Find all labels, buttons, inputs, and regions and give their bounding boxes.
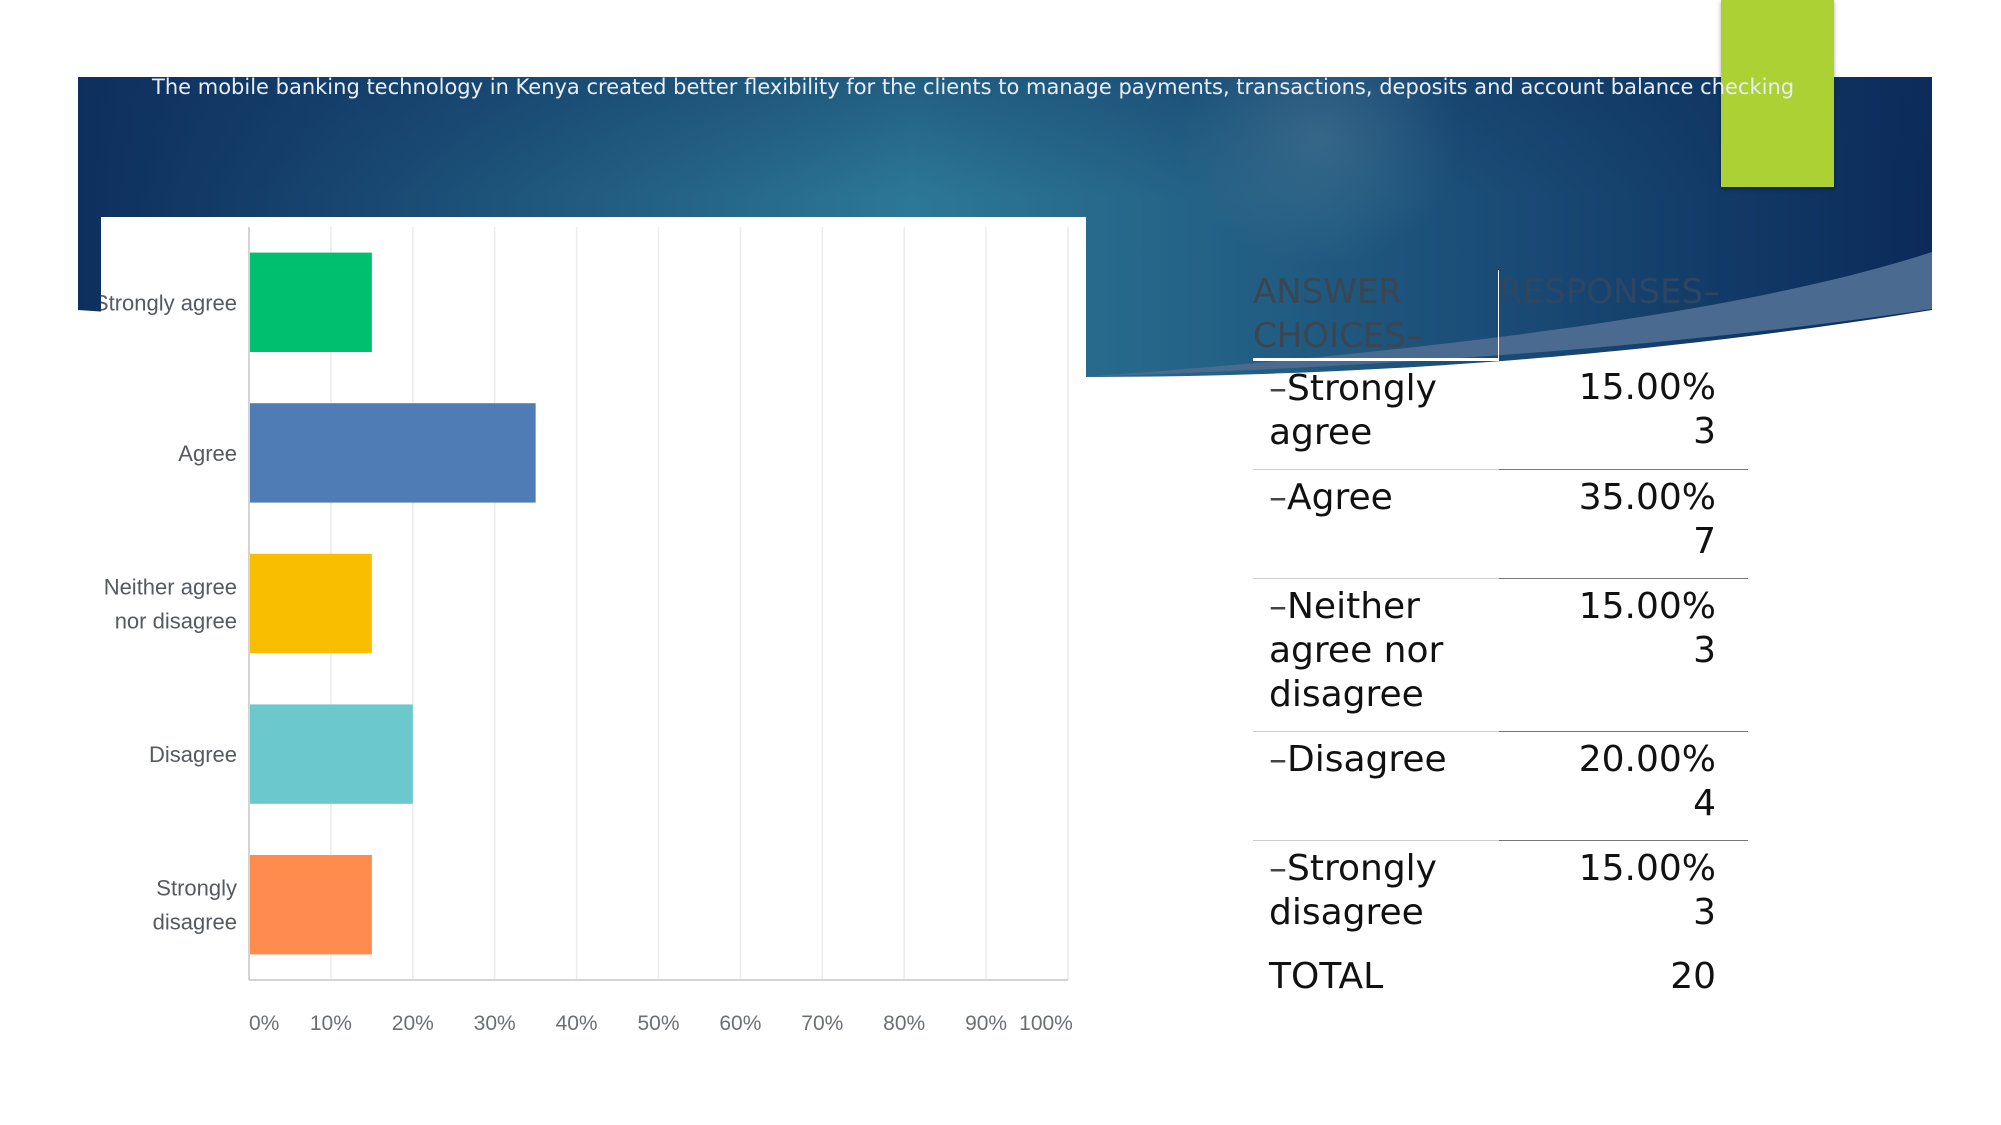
table-body: –Strongly agree 15.00% 3 –Agree 35.00% 7 –Neit… <box>1253 359 1748 1014</box>
response-count: 3 <box>1693 892 1716 933</box>
dash-marker: – <box>1269 739 1287 780</box>
x-axis-ticks: 0% 10% 20% 30% 40% 50% 60% 70% 80% 90% 100% <box>249 1012 1073 1035</box>
response-percent: 35.00% <box>1578 477 1716 518</box>
x-tick-label: 10% <box>310 1012 352 1035</box>
table-row: –Neither agree nor disagree 15.00% 3 <box>1253 578 1748 732</box>
y-axis-label: Neither agree nor disagree <box>104 575 237 634</box>
response-value: 15.00% 3 <box>1498 359 1748 470</box>
y-axis-label: Agree <box>178 441 237 466</box>
y-axis-labels: Strongly agree Agree Neither agree nor disa… <box>101 290 237 934</box>
bar-chart: Strongly agree Agree Neither agree nor disa… <box>101 227 1073 1035</box>
answer-choice: –Neither agree nor disagree <box>1253 578 1499 732</box>
answer-choice: –Disagree <box>1253 731 1499 841</box>
response-count: 3 <box>1693 630 1716 671</box>
table-row: –Strongly agree 15.00% 3 <box>1253 359 1748 470</box>
y-axis-label: Strongly disagree <box>153 876 237 935</box>
x-tick-label: 90% <box>965 1012 1007 1035</box>
answer-choice-text: Strongly agree <box>1269 368 1437 453</box>
response-value: 15.00% 3 <box>1499 841 1749 950</box>
response-percent: 15.00% <box>1578 586 1716 627</box>
dash-marker: – <box>1269 848 1287 889</box>
grid-lines <box>330 227 1069 980</box>
header-responses: RESPONSES– <box>1498 270 1748 360</box>
response-value: 35.00% 7 <box>1498 469 1748 579</box>
slide-title: The mobile banking technology in Kenya c… <box>152 75 1795 99</box>
answer-choice: –Strongly disagree <box>1253 841 1499 950</box>
bar-strongly-disagree <box>249 855 372 955</box>
x-tick-label: 30% <box>474 1012 516 1035</box>
answer-choice-text: Strongly disagree <box>1269 848 1437 933</box>
table-row: –Strongly disagree 15.00% 3 <box>1253 841 1748 950</box>
table-header-row: ANSWER CHOICES– RESPONSES– <box>1253 270 1748 361</box>
x-tick-label: 100% <box>1019 1012 1073 1035</box>
answer-choice-text: Agree <box>1287 477 1393 518</box>
bar-strongly-agree <box>249 252 372 352</box>
response-percent: 15.00% <box>1578 366 1716 408</box>
answer-choice-text: Disagree <box>1287 739 1447 780</box>
answer-choice: –Strongly agree <box>1253 359 1499 470</box>
header-answer-choices: ANSWER CHOICES– <box>1253 270 1499 361</box>
dash-marker: – <box>1269 477 1287 518</box>
x-tick-label: 60% <box>719 1012 761 1035</box>
dash-marker: – <box>1269 586 1287 627</box>
response-value: 20.00% 4 <box>1498 731 1748 841</box>
table-row: –Disagree 20.00% 4 <box>1253 731 1748 841</box>
total-label: TOTAL <box>1269 956 1384 997</box>
bar-neither-agree-nor-disagree <box>249 553 372 654</box>
response-percent: 20.00% <box>1578 739 1716 780</box>
y-axis-label: Disagree <box>149 742 237 767</box>
x-tick-label: 70% <box>801 1012 843 1035</box>
bar-disagree <box>249 704 413 804</box>
responses-table: ANSWER CHOICES– RESPONSES– –Strongly agr… <box>1253 270 1748 1013</box>
response-count: 3 <box>1693 410 1716 452</box>
bars <box>249 252 536 955</box>
x-tick-label: 40% <box>556 1012 598 1035</box>
y-axis-label: Strongly agree <box>101 290 237 315</box>
response-value: 15.00% 3 <box>1498 578 1748 732</box>
response-count: 7 <box>1693 521 1716 562</box>
x-tick-label: 20% <box>392 1012 434 1035</box>
answer-choice: –Agree <box>1253 469 1499 579</box>
x-tick-label: 50% <box>637 1012 679 1035</box>
bar-agree <box>249 403 536 503</box>
total-row: TOTAL 20 <box>1253 949 1748 1013</box>
response-percent: 15.00% <box>1578 848 1716 889</box>
chart-panel: Strongly agree Agree Neither agree nor disa… <box>101 217 1086 1062</box>
total-value: 20 <box>1670 956 1716 997</box>
response-count: 4 <box>1693 783 1716 824</box>
table-row: –Agree 35.00% 7 <box>1253 469 1748 579</box>
x-tick-label: 80% <box>883 1012 925 1035</box>
dash-marker: – <box>1269 368 1287 409</box>
answer-choice-text: Neither agree nor disagree <box>1269 586 1444 715</box>
x-tick-label: 0% <box>249 1012 279 1035</box>
